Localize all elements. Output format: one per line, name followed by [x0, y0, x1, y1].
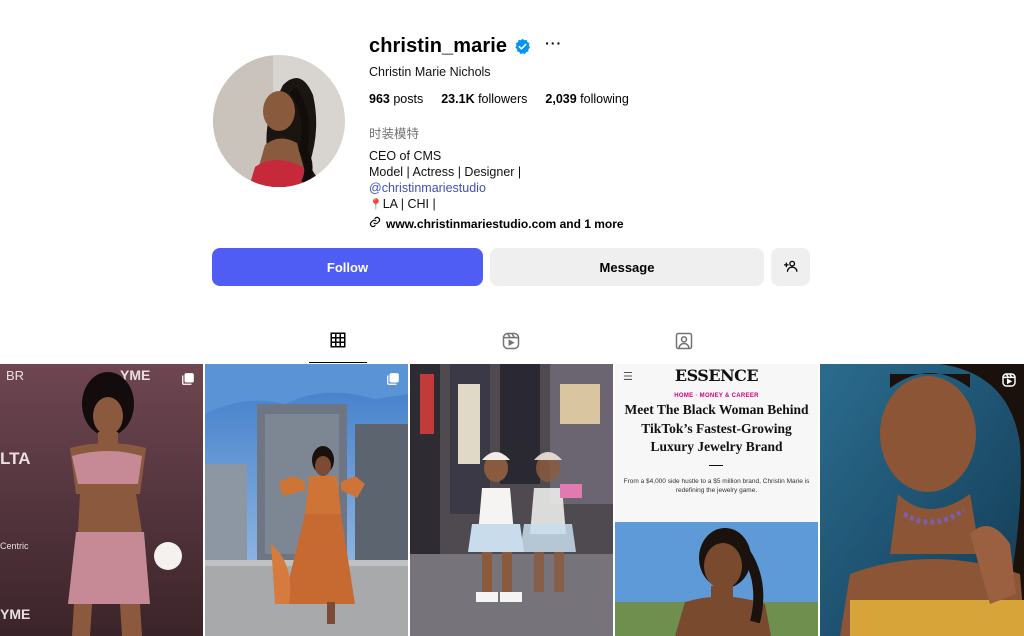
suggested-accounts-button[interactable] [771, 248, 810, 286]
post-image: BR YME LTA Centric YME [0, 364, 203, 636]
magazine-photo [615, 522, 818, 636]
name-row: christin_marie ··· [369, 30, 869, 62]
svg-text:YME: YME [0, 606, 30, 622]
verified-badge-icon [514, 38, 531, 55]
post-tile[interactable]: BR YME LTA Centric YME [0, 364, 203, 636]
followers-label: followers [478, 92, 528, 106]
link-text: www.christinmariestudio.com and 1 more [386, 217, 624, 231]
profile-stats: 963 posts 23.1K followers 2,039 followin… [369, 92, 869, 106]
magazine-subhead: From a $4,000 side hustle to a $5 millio… [623, 478, 810, 494]
svg-text:Centric: Centric [0, 541, 29, 551]
posts-grid: BR YME LTA Centric YME ☰ ESSENCE HOME · … [0, 364, 1024, 636]
post-tile[interactable]: ☰ ESSENCE HOME · MONEY & CAREER Meet The… [615, 364, 818, 636]
bio-line: CEO of CMS [369, 149, 442, 163]
followers-count: 23.1K [441, 92, 475, 106]
tab-reels[interactable] [482, 323, 540, 363]
following-stat[interactable]: 2,039 following [545, 92, 628, 106]
bio-category: 时装模特 [369, 127, 420, 141]
message-button[interactable]: Message [490, 248, 764, 286]
add-person-icon [783, 259, 798, 276]
posts-stat: 963 posts [369, 92, 423, 106]
tab-tagged[interactable] [655, 323, 713, 363]
carousel-icon [386, 372, 400, 391]
svg-text:BR: BR [6, 368, 24, 383]
follow-button[interactable]: Follow [212, 248, 483, 286]
following-count: 2,039 [545, 92, 577, 106]
magazine-divider [709, 465, 723, 466]
magazine-logo: ESSENCE [674, 366, 759, 385]
more-options-icon[interactable]: ··· [545, 36, 562, 54]
profile-info: christin_marie ··· Christin Marie Nichol… [369, 30, 869, 232]
following-label: following [580, 92, 629, 106]
bio: 时装模特 CEO of CMS Model | Actress | Design… [369, 126, 869, 232]
post-tile[interactable] [820, 364, 1024, 636]
followers-stat[interactable]: 23.1K followers [441, 92, 527, 106]
tagged-icon [674, 331, 694, 356]
username: christin_marie [369, 34, 508, 57]
grid-icon [329, 331, 347, 354]
posts-label: posts [393, 92, 424, 106]
carousel-icon [181, 372, 195, 391]
bio-location: 📍LA | CHI | [369, 196, 869, 213]
svg-text:LTA: LTA [0, 449, 31, 468]
bio-external-link[interactable]: www.christinmariestudio.com and 1 more [369, 216, 869, 232]
bio-line: Model | Actress | Designer | [369, 165, 522, 179]
location-text: LA | CHI | [382, 197, 436, 211]
reel-icon [1001, 372, 1017, 393]
link-icon [369, 216, 381, 232]
bio-mention-link[interactable]: @christinmariestudio [369, 180, 869, 196]
magazine-headline: Meet The Black Woman Behind TikTok’s Fas… [624, 402, 809, 454]
magazine-kicker: HOME · MONEY & CAREER [674, 393, 759, 399]
tab-posts[interactable] [309, 323, 367, 363]
post-tile[interactable] [205, 364, 408, 636]
post-image [410, 364, 613, 636]
post-image [820, 364, 1024, 636]
profile-avatar[interactable] [213, 55, 345, 187]
post-tile[interactable] [410, 364, 613, 636]
reels-icon [501, 331, 521, 356]
location-pin-icon: 📍 [369, 199, 383, 211]
full-name: Christin Marie Nichols [369, 65, 491, 79]
post-image [205, 364, 408, 636]
posts-count: 963 [369, 92, 390, 106]
